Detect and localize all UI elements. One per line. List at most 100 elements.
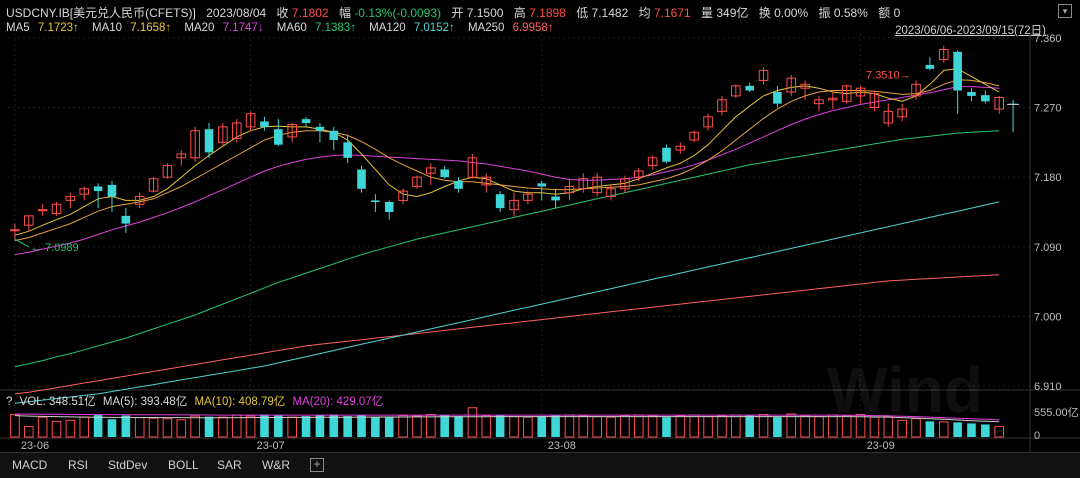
tab-sar[interactable]: SAR <box>217 458 242 472</box>
x-tick-label: 23-08 <box>548 440 576 452</box>
candle-body <box>454 181 463 189</box>
volume-bar <box>689 414 700 438</box>
x-tick-label: 23-06 <box>21 440 49 452</box>
candle-body <box>315 126 325 131</box>
volume-bar <box>745 415 754 437</box>
high-annotation: 7.3510→ <box>866 69 911 81</box>
y-tick-label: 7.090 <box>1034 242 1062 254</box>
low-annotation: ← 7.0989 <box>31 242 79 254</box>
volume-bar <box>218 416 228 438</box>
candle-body <box>343 142 352 158</box>
volume-bar <box>65 419 76 438</box>
candle-body <box>745 85 754 91</box>
low-pointer <box>14 238 30 248</box>
volume-bar <box>495 415 505 437</box>
volume-bar <box>79 416 90 438</box>
volume-bar <box>786 413 797 438</box>
volume-bar <box>176 419 187 438</box>
add-tab-button[interactable]: + <box>310 458 324 472</box>
volume-bar <box>967 423 976 437</box>
tab-rsi[interactable]: RSI <box>68 458 88 472</box>
ma60-line <box>14 130 1000 368</box>
volume-bar <box>467 407 478 438</box>
candle-body <box>495 194 505 209</box>
candlestick-chart[interactable]: Wind 7.3607.2707.1807.0907.0006.91023-06… <box>0 0 1080 452</box>
volume-bar <box>107 419 117 437</box>
volume-bar <box>564 414 575 438</box>
ma5-line <box>14 68 1000 236</box>
volume-bar <box>357 415 366 437</box>
volume-bar <box>412 415 422 438</box>
volume-legend: ? VOL: 348.51亿 MA(5): 393.48亿 MA(10): 40… <box>6 393 387 409</box>
volume-bar <box>371 417 380 437</box>
candle-body <box>357 169 366 189</box>
volume-bar <box>758 414 769 438</box>
annotations: ← 7.0989 7.3510→ <box>14 69 1020 254</box>
volume-bar <box>773 417 782 437</box>
volume-bar <box>231 414 242 438</box>
tab-boll[interactable]: BOLL <box>168 458 199 472</box>
candle-body <box>537 183 547 187</box>
volume-bar <box>315 415 325 437</box>
volume-bar <box>537 416 547 437</box>
volume-bar <box>343 416 352 437</box>
volume-bar <box>148 417 159 438</box>
tab-wr[interactable]: W&R <box>262 458 290 472</box>
y-tick-label: 6.910 <box>1034 381 1062 393</box>
volume-bar <box>440 415 449 437</box>
volume-bar <box>925 421 935 437</box>
candle-body <box>773 92 782 104</box>
volume-bar <box>953 422 962 437</box>
volume-bar <box>981 424 990 437</box>
candle-body <box>329 130 339 141</box>
volume-bar <box>481 415 492 438</box>
volume-tick-label: 555.00亿 <box>1034 406 1079 419</box>
volume-bar <box>620 415 630 438</box>
volume-bar <box>51 420 62 438</box>
volume-bar <box>703 416 713 438</box>
volume-bar <box>23 426 34 438</box>
candle-body <box>662 147 671 162</box>
candle-body <box>551 196 560 201</box>
volume-bar <box>93 415 103 437</box>
volume-bar <box>717 415 727 438</box>
volume-tick-label: 0 <box>1034 430 1040 442</box>
volume-bar <box>37 416 48 438</box>
volume-bar <box>633 414 644 438</box>
volume-bar <box>134 417 145 438</box>
tab-macd[interactable]: MACD <box>12 458 47 472</box>
volume-bar <box>426 414 436 438</box>
vol-value: VOL: 348.51亿 <box>19 396 96 408</box>
volume-bar <box>800 415 810 438</box>
candle-body <box>440 169 449 178</box>
candle-body <box>10 229 20 232</box>
volume-bar <box>454 416 463 437</box>
ma10-line <box>14 79 1000 242</box>
candle-body <box>953 51 962 91</box>
candle-body <box>371 200 380 202</box>
volume-bar <box>675 415 686 438</box>
vol-ma20-value: MA(20): 429.07亿 <box>292 396 384 408</box>
volume-bar <box>384 416 394 437</box>
x-tick-label: 23-09 <box>867 440 895 452</box>
volume-bar <box>190 415 200 438</box>
volume-bar <box>274 415 283 437</box>
tab-stddev[interactable]: StdDev <box>108 458 147 472</box>
candle-body <box>925 64 935 69</box>
volume-bar <box>204 416 214 437</box>
y-tick-label: 7.270 <box>1034 103 1062 115</box>
candle-body <box>981 95 990 102</box>
volume-bar <box>578 415 589 438</box>
candle-body <box>384 201 394 212</box>
volume-bar <box>731 414 741 438</box>
x-tick-label: 23-07 <box>257 440 285 452</box>
volume-bar <box>592 416 602 438</box>
help-icon[interactable]: ? <box>6 396 12 408</box>
volume-bar <box>287 416 297 438</box>
volume-bar <box>606 416 616 438</box>
y-tick-label: 7.000 <box>1034 311 1062 323</box>
indicator-tabs: MACD RSI StdDev BOLL SAR W&R + <box>0 452 1080 478</box>
volume-bar <box>329 414 339 437</box>
candle-body <box>204 129 214 153</box>
y-tick-label: 7.180 <box>1034 172 1062 184</box>
